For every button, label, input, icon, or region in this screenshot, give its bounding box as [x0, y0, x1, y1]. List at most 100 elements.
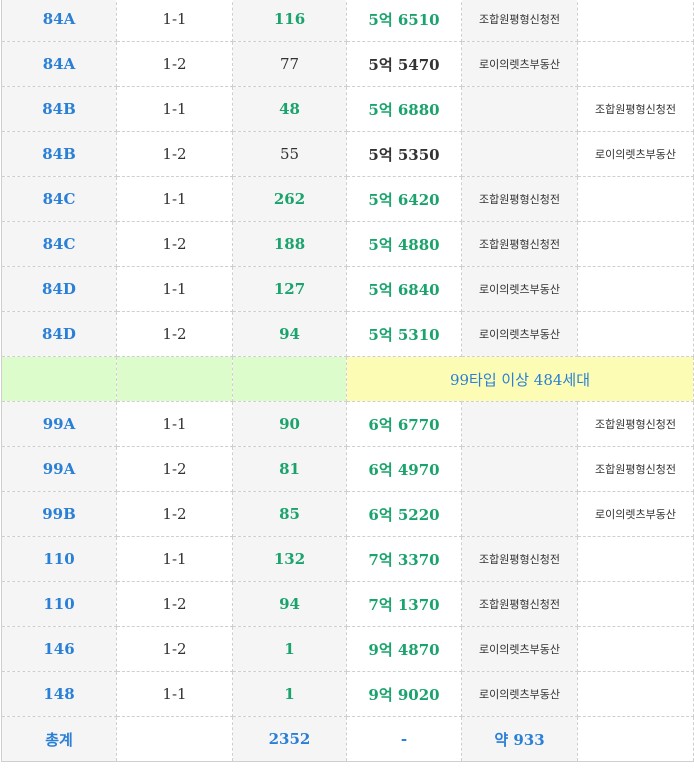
household-count-cell: 188: [232, 221, 347, 267]
note-cell: [577, 671, 694, 717]
note-cell: [577, 311, 694, 357]
table-row: 99A 1-2 81 6억 4970 조합원평형신청전: [1, 446, 694, 492]
total-empty-cell: [116, 716, 233, 762]
unit-type-cell: 84A: [1, 41, 117, 87]
note-cell: [461, 86, 578, 132]
table-row: 84B 1-1 48 5억 6880 조합원평형신청전: [1, 86, 694, 132]
note-cell: 로이의렛츠부동산: [461, 671, 578, 717]
round-cell: 1-1: [116, 536, 233, 582]
price-cell: 5억 5350: [346, 131, 462, 177]
note-cell: [577, 626, 694, 672]
price-cell: 5억 6840: [346, 266, 462, 312]
unit-type-cell: 110: [1, 536, 117, 582]
price-cell: 5억 5310: [346, 311, 462, 357]
price-table-body: 84A 1-1 116 5억 6510 조합원평형신청전 84A 1-2 77 5억 5470 로…: [1, 0, 694, 762]
total-count: 2352: [232, 716, 347, 762]
round-cell: 1-1: [116, 86, 233, 132]
round-cell: 1-1: [116, 266, 233, 312]
round-cell: 1-2: [116, 221, 233, 267]
note-cell: 조합원평형신청전: [461, 536, 578, 582]
note-cell: 조합원평형신청전: [461, 176, 578, 222]
price-cell: 5억 4880: [346, 221, 462, 267]
round-cell: 1-1: [116, 671, 233, 717]
price-cell: 5억 5470: [346, 41, 462, 87]
total-row: 총계 2352- 약 933: [1, 716, 694, 762]
note-cell: [577, 536, 694, 582]
household-count-cell: 132: [232, 536, 347, 582]
household-count-cell: 81: [232, 446, 347, 492]
table-row: 146 1-2 1 9억 4870 로이의렛츠부동산: [1, 626, 694, 672]
price-cell: 7억 3370: [346, 536, 462, 582]
price-table: 84A 1-1 116 5억 6510 조합원평형신청전 84A 1-2 77 5억 5470 로…: [1, 0, 694, 762]
note-cell: [577, 41, 694, 87]
table-row: 84A 1-2 77 5억 5470 로이의렛츠부동산: [1, 41, 694, 87]
household-count-cell: 1: [232, 671, 347, 717]
total-label: 총계: [1, 716, 117, 762]
unit-type-cell: 84B: [1, 131, 117, 177]
note-cell: 조합원평형신청전: [461, 0, 578, 42]
note-cell: 로이의렛츠부동산: [577, 491, 694, 537]
price-cell: 9억 9020: [346, 671, 462, 717]
note-cell: 조합원평형신청전: [577, 86, 694, 132]
price-cell: 5억 6510: [346, 0, 462, 42]
household-count-cell: 90: [232, 401, 347, 447]
table-row: 110 1-2 94 7억 1370 조합원평형신청전: [1, 581, 694, 627]
table-row: 84A 1-1 116 5억 6510 조합원평형신청전: [1, 0, 694, 42]
household-count-cell: 48: [232, 86, 347, 132]
table-row: 84C 1-2 188 5억 4880 조합원평형신청전: [1, 221, 694, 267]
table-row: 84D 1-1 127 5억 6840 로이의렛츠부동산: [1, 266, 694, 312]
section-spacer-cell: [1, 356, 117, 402]
note-cell: [461, 401, 578, 447]
total-price: -: [346, 716, 462, 762]
table-row: 110 1-1 132 7억 3370 조합원평형신청전: [1, 536, 694, 582]
round-cell: 1-2: [116, 446, 233, 492]
total-empty-cell: [577, 716, 694, 762]
round-cell: 1-2: [116, 131, 233, 177]
household-count-cell: 262: [232, 176, 347, 222]
note-cell: 로이의렛츠부동산: [577, 131, 694, 177]
table-row: 148 1-1 1 9억 9020 로이의렛츠부동산: [1, 671, 694, 717]
table-row: 99A 1-1 90 6억 6770 조합원평형신청전: [1, 401, 694, 447]
price-cell: 5억 6880: [346, 86, 462, 132]
round-cell: 1-2: [116, 41, 233, 87]
section-row: 99타입 이상 484세대: [1, 356, 694, 402]
unit-type-cell: 146: [1, 626, 117, 672]
note-cell: [577, 221, 694, 267]
note-cell: [461, 491, 578, 537]
unit-type-cell: 99A: [1, 401, 117, 447]
household-count-cell: 77: [232, 41, 347, 87]
note-cell: 조합원평형신청전: [577, 401, 694, 447]
household-count-cell: 1: [232, 626, 347, 672]
table-row: 84C 1-1 262 5억 6420 조합원평형신청전: [1, 176, 694, 222]
round-cell: 1-1: [116, 401, 233, 447]
note-cell: 조합원평형신청전: [577, 446, 694, 492]
unit-type-cell: 84C: [1, 176, 117, 222]
section-label: 99타입 이상 484세대: [346, 356, 694, 402]
note-cell: 로이의렛츠부동산: [461, 41, 578, 87]
price-cell: 6억 4970: [346, 446, 462, 492]
unit-type-cell: 84B: [1, 86, 117, 132]
price-cell: 5억 6420: [346, 176, 462, 222]
unit-type-cell: 99A: [1, 446, 117, 492]
table-row: 99B 1-2 85 6억 5220 로이의렛츠부동산: [1, 491, 694, 537]
round-cell: 1-1: [116, 0, 233, 42]
round-cell: 1-2: [116, 626, 233, 672]
price-cell: 6억 6770: [346, 401, 462, 447]
round-cell: 1-2: [116, 581, 233, 627]
household-count-cell: 94: [232, 581, 347, 627]
household-count-cell: 94: [232, 311, 347, 357]
unit-type-cell: 99B: [1, 491, 117, 537]
price-cell: 6억 5220: [346, 491, 462, 537]
household-count-cell: 85: [232, 491, 347, 537]
round-cell: 1-2: [116, 491, 233, 537]
note-cell: [461, 131, 578, 177]
note-cell: [577, 266, 694, 312]
note-cell: [577, 0, 694, 42]
household-count-cell: 55: [232, 131, 347, 177]
note-cell: 로이의렛츠부동산: [461, 311, 578, 357]
round-cell: 1-2: [116, 311, 233, 357]
price-cell: 9억 4870: [346, 626, 462, 672]
note-cell: 조합원평형신청전: [461, 581, 578, 627]
unit-type-cell: 84D: [1, 266, 117, 312]
note-cell: [461, 446, 578, 492]
